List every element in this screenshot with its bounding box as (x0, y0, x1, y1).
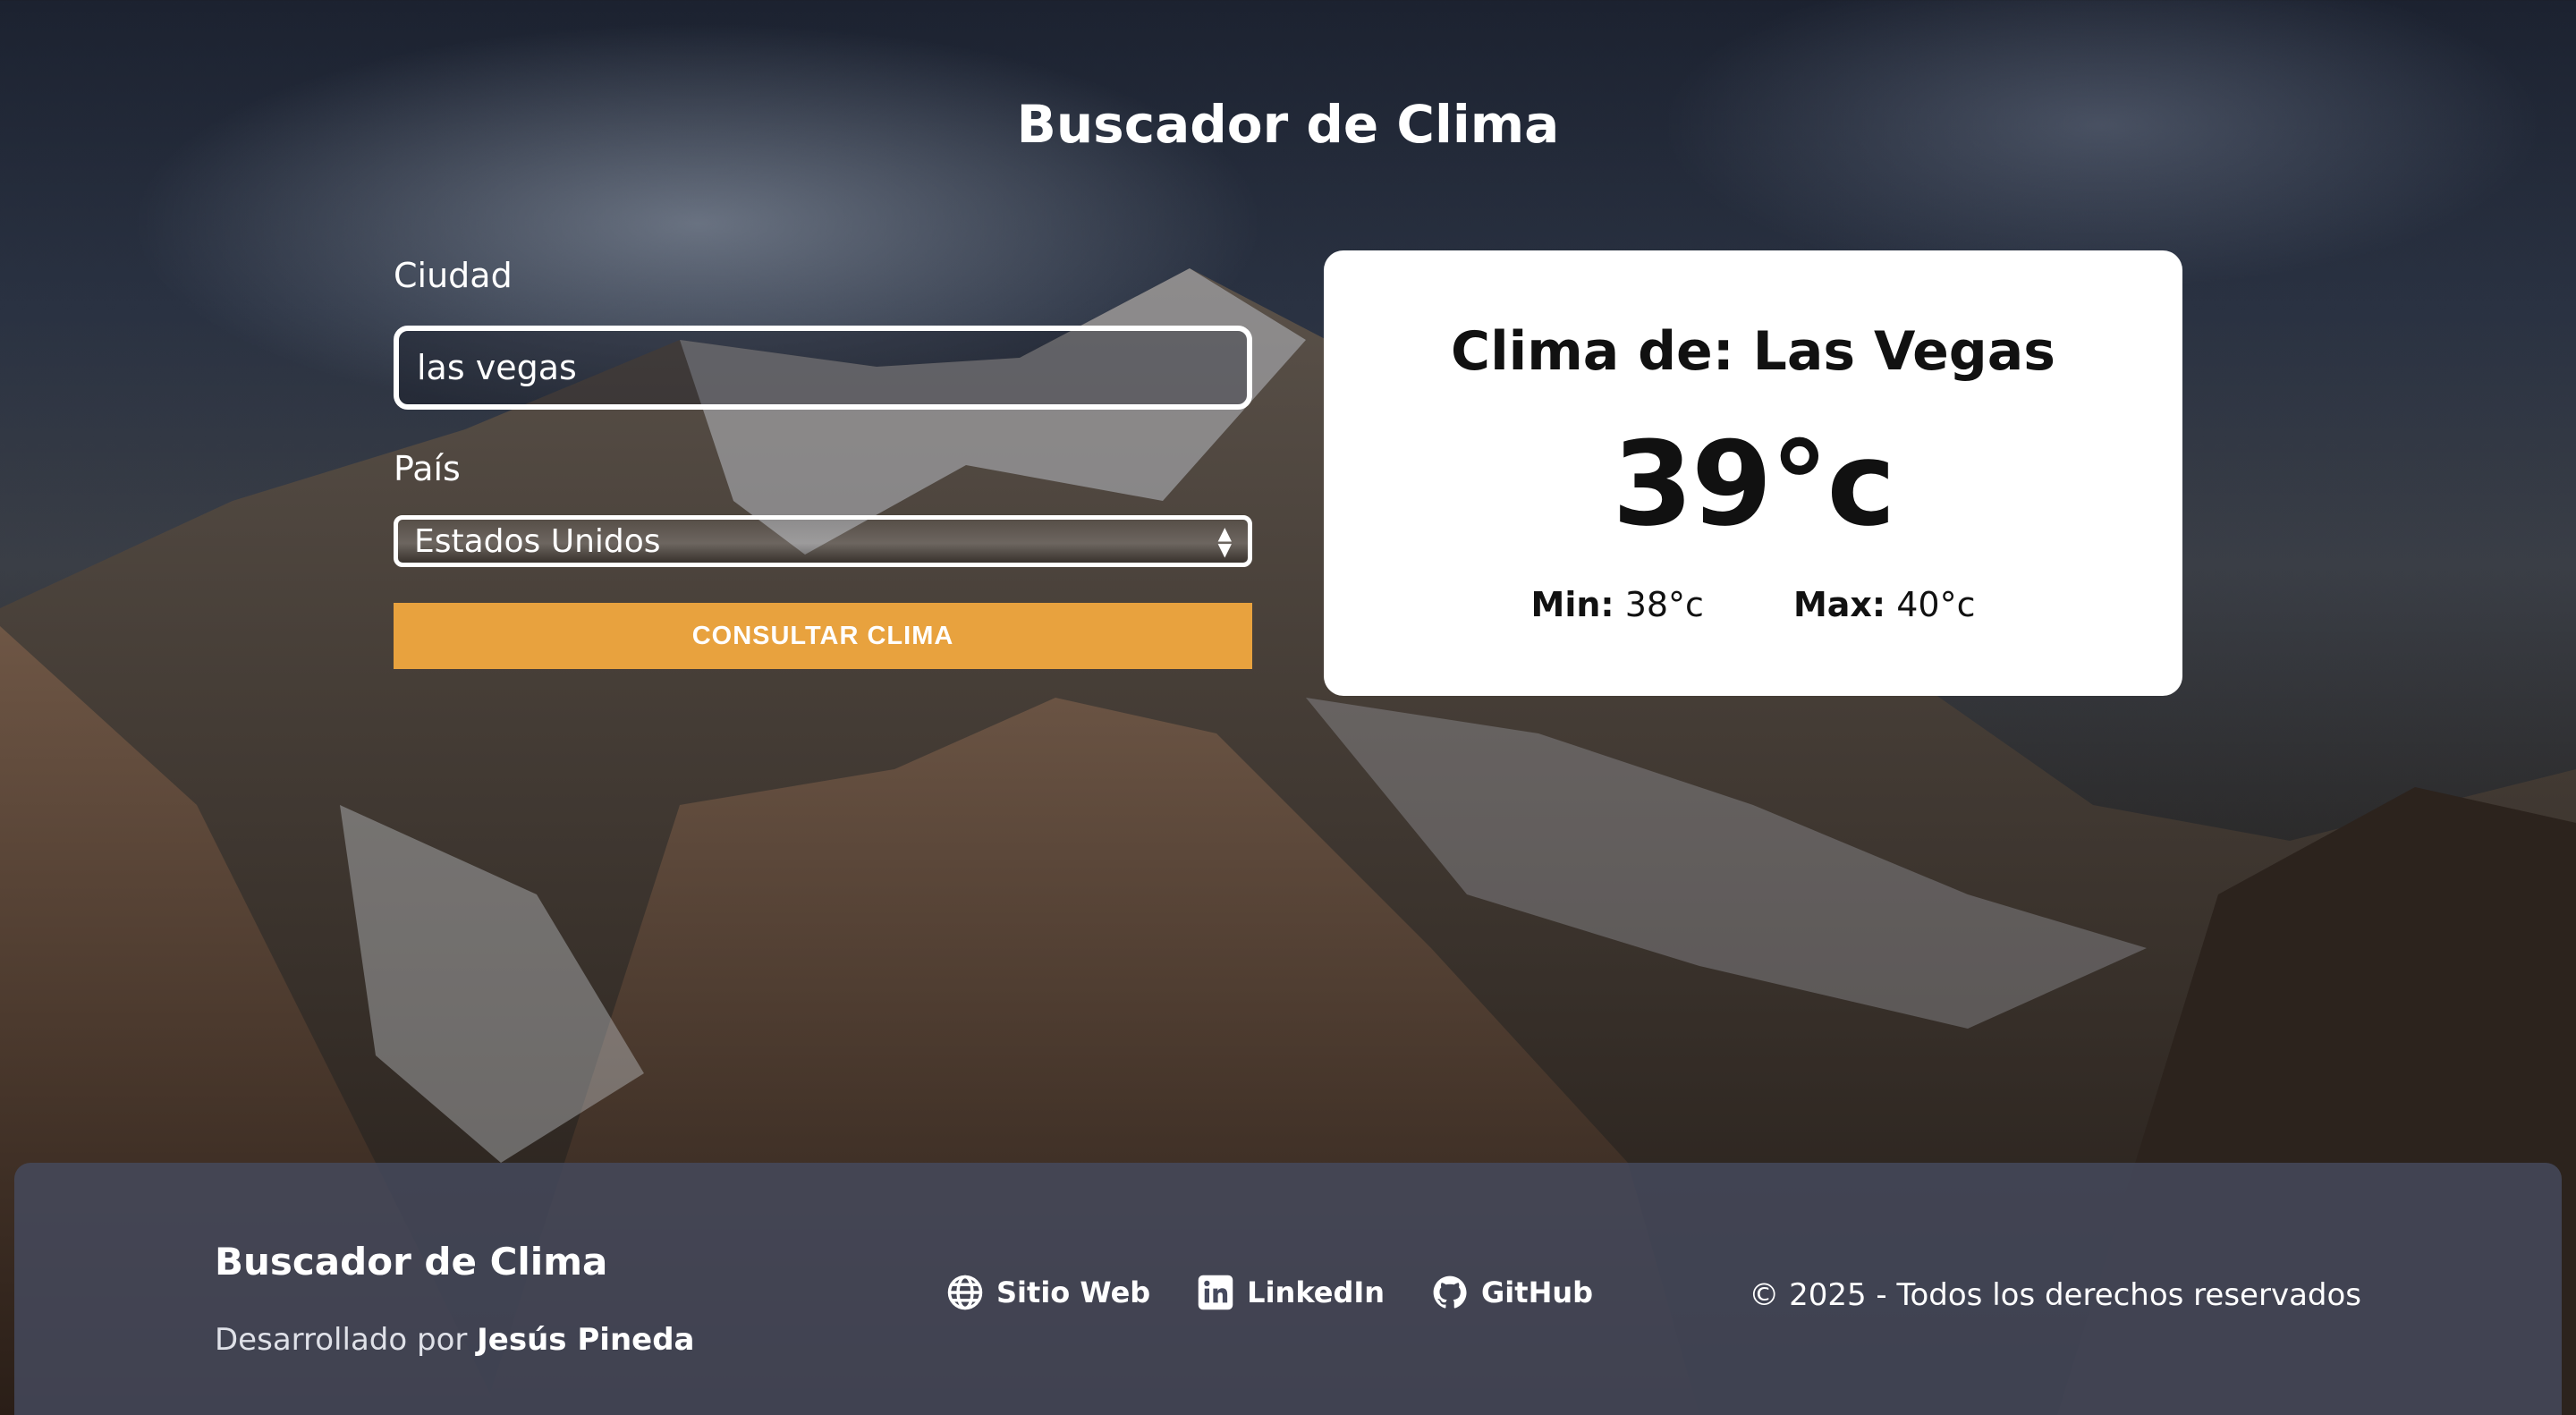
github-link-label: GitHub (1481, 1275, 1594, 1309)
min-temperature: Min: 38°c (1531, 585, 1704, 624)
city-input[interactable]: las vegas (394, 326, 1252, 410)
linkedin-icon (1198, 1275, 1233, 1310)
linkedin-link[interactable]: LinkedIn (1197, 1274, 1385, 1311)
select-arrows-icon: ▲ ▼ (1217, 522, 1232, 560)
max-label: Max: (1792, 585, 1886, 624)
github-icon (1433, 1275, 1467, 1309)
min-label: Min: (1530, 585, 1614, 624)
footer-brand: Buscador de Clima (215, 1240, 608, 1284)
country-select[interactable]: Estados Unidos ▲ ▼ (394, 515, 1252, 567)
weather-title: Clima de: Las Vegas (1451, 320, 2055, 383)
max-value: 40°c (1896, 585, 1976, 624)
credit-author: Jesús Pineda (477, 1322, 695, 1358)
footer-credit: Desarrollado por Jesús Pineda (215, 1322, 695, 1358)
weather-search-form: Ciudad las vegas País Estados Unidos ▲ ▼ … (394, 250, 1252, 669)
linkedin-link-label: LinkedIn (1247, 1275, 1385, 1309)
footer-links: Sitio Web LinkedIn GitHub (946, 1274, 1593, 1311)
min-value: 38°c (1624, 585, 1704, 624)
github-link[interactable]: GitHub (1431, 1274, 1593, 1311)
current-temperature: 39°c (1612, 416, 1896, 552)
footer-copyright: © 2025 - Todos los derechos reservados (1749, 1277, 2361, 1313)
country-select-value: Estados Unidos (414, 522, 661, 560)
consult-weather-button[interactable]: CONSULTAR CLIMA (394, 603, 1252, 669)
city-label: Ciudad (394, 256, 513, 295)
country-label: País (394, 449, 461, 488)
weather-result-card: Clima de: Las Vegas 39°c Min: 38°c Max: … (1324, 250, 2182, 696)
website-link[interactable]: Sitio Web (946, 1274, 1150, 1311)
city-input-value: las vegas (417, 348, 577, 387)
globe-icon (947, 1275, 983, 1310)
credit-prefix: Desarrollado por (215, 1322, 468, 1358)
page-title: Buscador de Clima (1016, 94, 1560, 155)
temperature-range: Min: 38°c Max: 40°c (1324, 585, 2182, 624)
footer: Buscador de Clima Desarrollado por Jesús… (14, 1163, 2562, 1415)
website-link-label: Sitio Web (996, 1275, 1151, 1309)
max-temperature: Max: 40°c (1793, 585, 1976, 624)
